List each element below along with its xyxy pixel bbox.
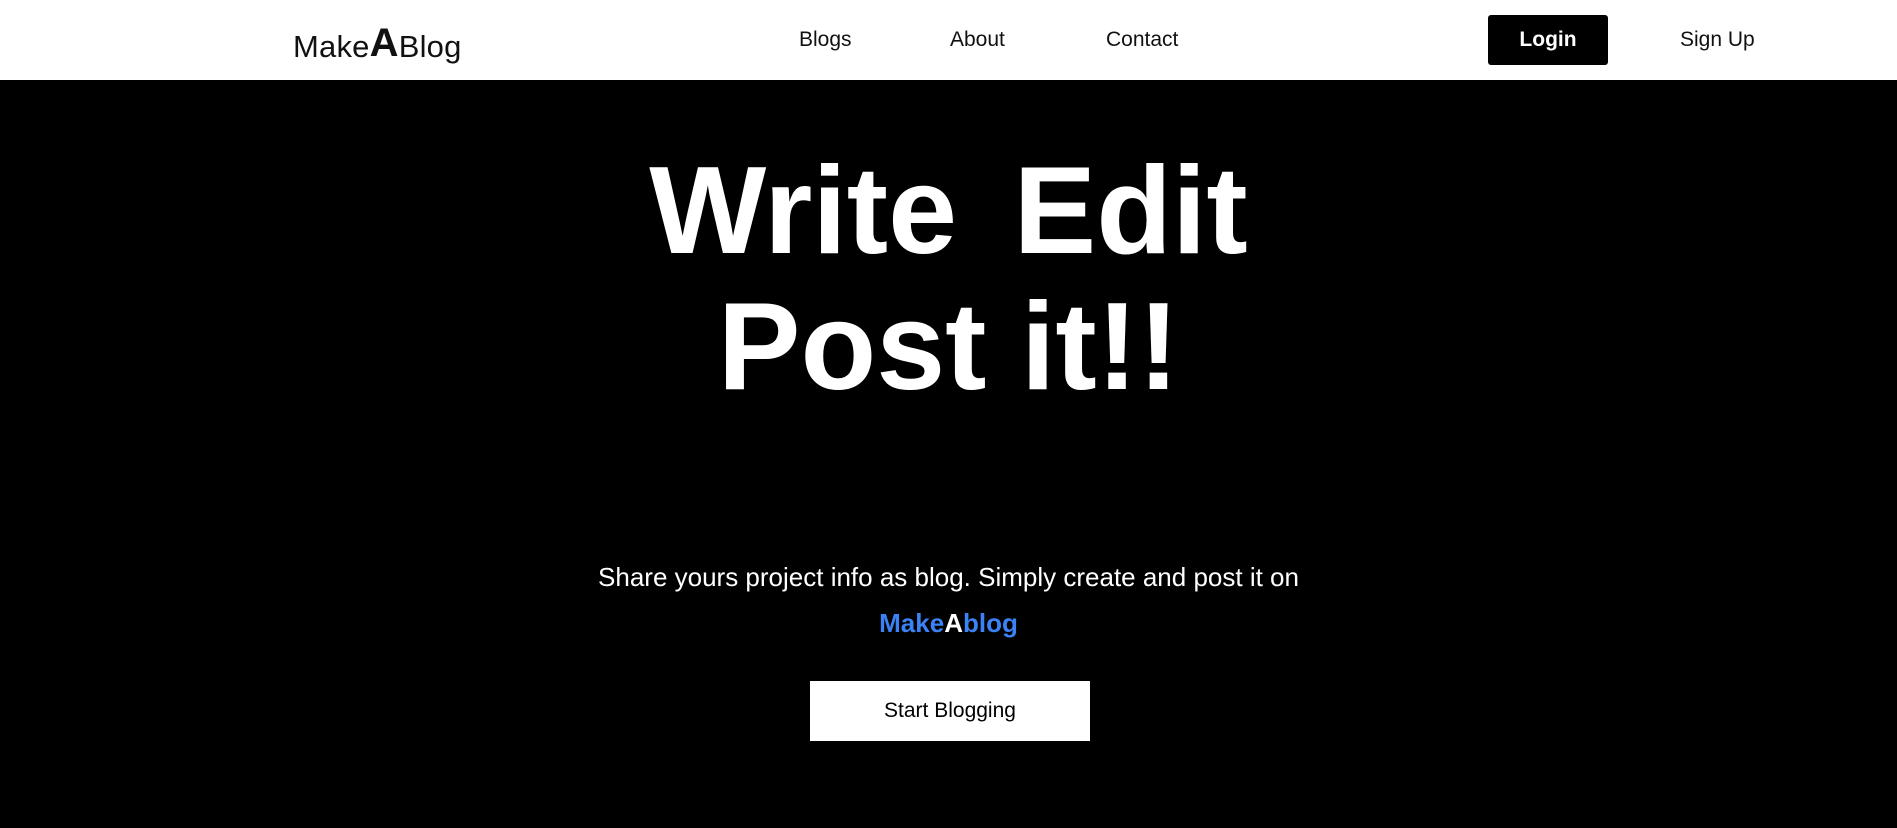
logo-big-letter: A xyxy=(369,21,399,65)
signup-link[interactable]: Sign Up xyxy=(1680,28,1755,52)
logo-suffix: Blog xyxy=(398,29,462,64)
hero-brand-name: MakeAblog xyxy=(0,607,1897,639)
login-button[interactable]: Login xyxy=(1488,15,1608,65)
brand-suffix: blog xyxy=(962,608,1018,638)
start-blogging-button[interactable]: Start Blogging xyxy=(810,681,1090,741)
top-navbar: Make A Blog Blogs About Contact Login Si… xyxy=(0,0,1897,80)
brand-prefix: Make xyxy=(879,608,945,638)
nav-link-contact[interactable]: Contact xyxy=(1106,28,1178,52)
site-logo[interactable]: Make A Blog xyxy=(293,18,462,65)
hero-subtitle: Share yours project info as blog. Simply… xyxy=(598,562,1299,592)
hero-headline-line-1: Write Edit xyxy=(649,142,1248,280)
logo-prefix: Make xyxy=(293,29,370,64)
hero-headline-line-2: Post it!! xyxy=(717,278,1180,416)
nav-link-about[interactable]: About xyxy=(950,28,1005,52)
brand-middle: A xyxy=(944,608,963,638)
nav-link-blogs[interactable]: Blogs xyxy=(799,28,852,52)
